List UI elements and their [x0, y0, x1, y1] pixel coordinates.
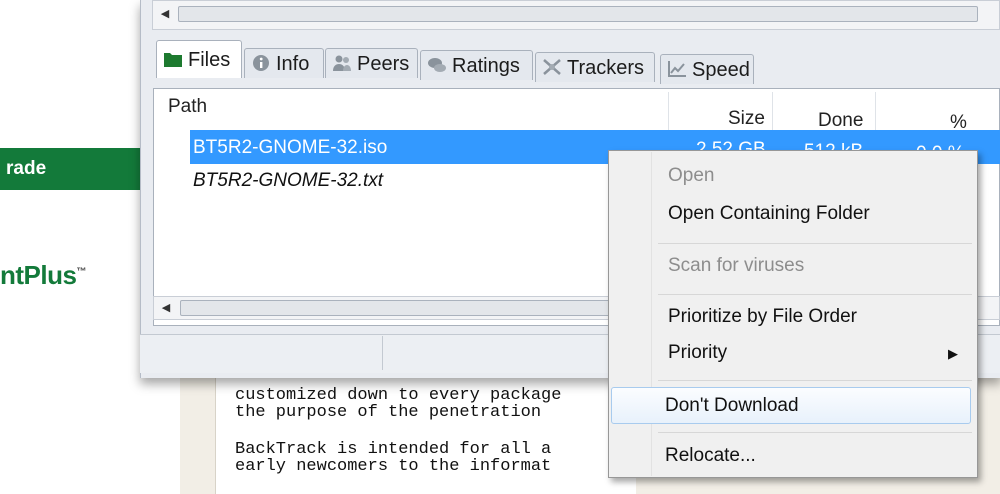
- ratings-icon: [428, 58, 446, 72]
- peers-icon: [333, 55, 351, 71]
- menu-item-open[interactable]: Open: [668, 165, 714, 187]
- tab-peers[interactable]: Peers: [325, 48, 418, 78]
- document-line: the purpose of the penetration: [235, 403, 542, 422]
- brand-trademark: ™: [76, 266, 86, 278]
- folder-icon: [164, 53, 182, 67]
- column-header-done[interactable]: Done: [818, 110, 863, 132]
- document-line: early newcomers to the informat: [235, 457, 552, 476]
- submenu-arrow-icon: ▶: [948, 346, 958, 361]
- scroll-thumb[interactable]: [180, 300, 610, 316]
- file-path[interactable]: BT5R2-GNOME-32.iso: [193, 137, 387, 159]
- tab-ratings[interactable]: Ratings: [420, 50, 533, 80]
- tab-speed-label: Speed: [692, 59, 750, 81]
- scroll-left-icon[interactable]: ◀: [156, 6, 174, 22]
- upgrade-banner[interactable]: rade: [0, 148, 142, 190]
- column-header-path[interactable]: Path: [168, 96, 207, 118]
- column-header-size[interactable]: Size: [728, 108, 765, 130]
- speed-icon: [668, 61, 686, 77]
- brand-logo: ntPlus™: [0, 260, 86, 291]
- menu-separator: [658, 294, 972, 295]
- status-divider: [382, 336, 383, 370]
- tab-ratings-label: Ratings: [452, 55, 520, 77]
- menu-item-dont-download[interactable]: Don't Download: [665, 395, 799, 417]
- info-icon: [253, 55, 269, 71]
- tab-files-label: Files: [188, 49, 231, 71]
- document-line: customized down to every package: [235, 386, 562, 405]
- menu-separator: [658, 432, 972, 433]
- menu-separator: [658, 380, 972, 381]
- menu-separator: [658, 243, 972, 244]
- tab-peers-label: Peers: [357, 53, 410, 75]
- document-line: BackTrack is intended for all a: [235, 440, 552, 459]
- menu-item-scan-for-viruses[interactable]: Scan for viruses: [668, 255, 804, 277]
- tab-info-label: Info: [276, 53, 310, 75]
- tab-speed[interactable]: Speed: [660, 54, 754, 84]
- menu-item-prioritize-by-file-order[interactable]: Prioritize by File Order: [668, 306, 857, 328]
- menu-item-relocate[interactable]: Relocate...: [665, 445, 756, 467]
- upgrade-text: rade: [6, 158, 47, 179]
- tab-trackers[interactable]: Trackers: [535, 52, 655, 82]
- tab-trackers-label: Trackers: [567, 57, 645, 79]
- tab-files[interactable]: Files: [156, 40, 242, 78]
- menu-item-priority[interactable]: Priority: [668, 342, 727, 364]
- menu-item-open-containing-folder[interactable]: Open Containing Folder: [668, 203, 870, 225]
- trackers-icon: [543, 59, 561, 75]
- scroll-thumb[interactable]: [178, 6, 978, 22]
- file-path[interactable]: BT5R2-GNOME-32.txt: [193, 170, 383, 192]
- scroll-left-icon[interactable]: ◀: [157, 300, 175, 316]
- menu-icon-gutter: [651, 152, 652, 476]
- brand-logo-text: ntPlus: [0, 260, 77, 290]
- tab-info[interactable]: Info: [244, 48, 324, 78]
